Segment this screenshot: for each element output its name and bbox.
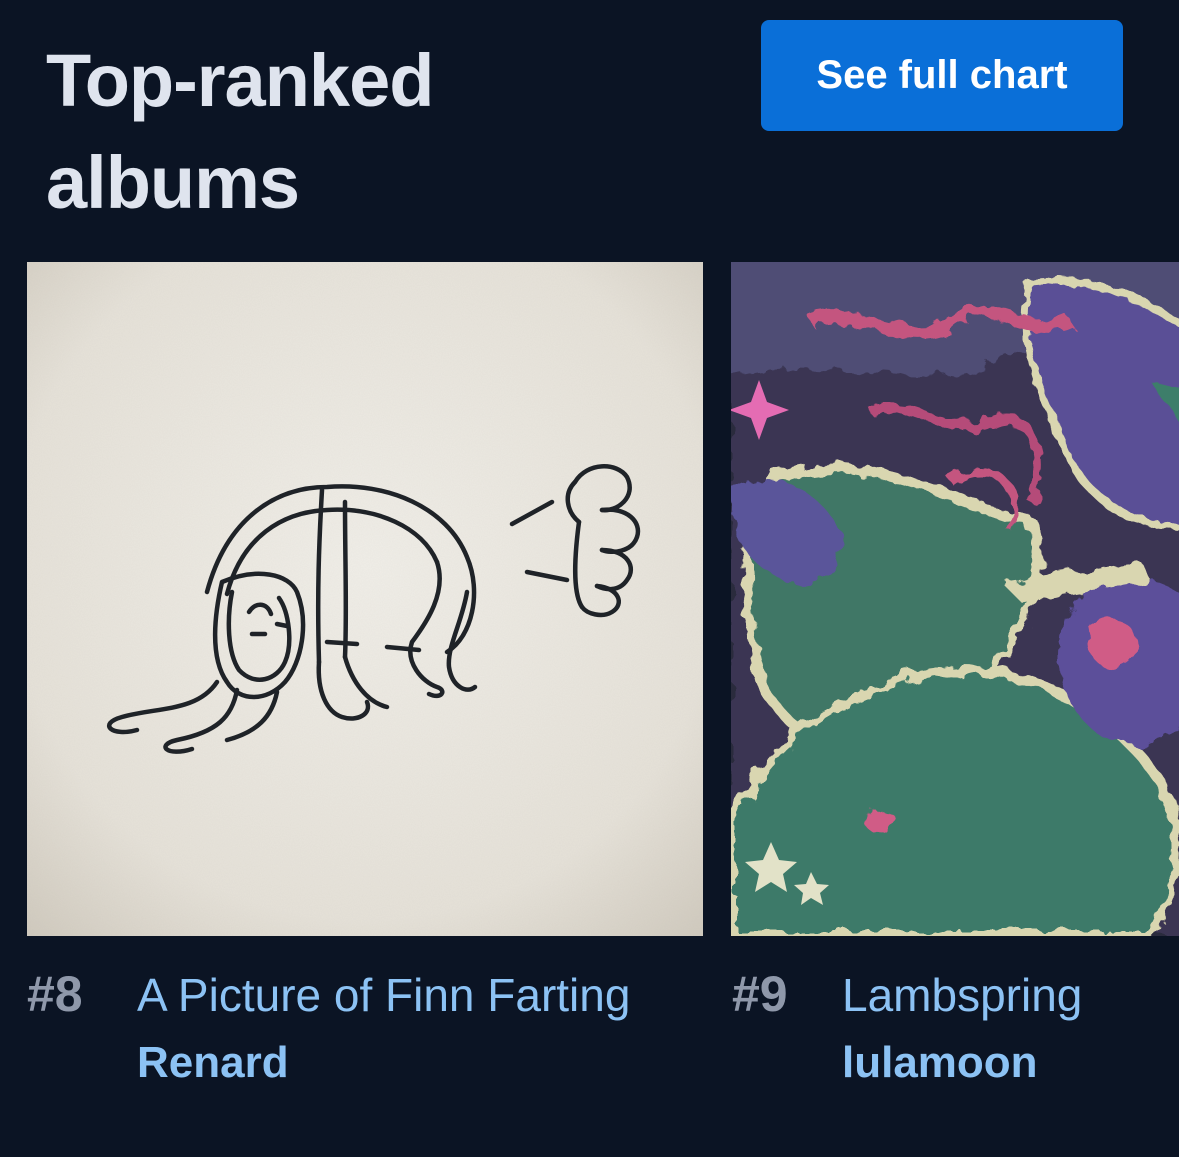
top-ranked-albums-page: Top-ranked albums See full chart #8 A Pi…	[0, 0, 1179, 1157]
see-full-chart-button[interactable]: See full chart	[761, 20, 1123, 131]
artist-name-link[interactable]: Renard	[137, 1034, 289, 1092]
album-cover-image[interactable]	[27, 262, 703, 936]
album-card[interactable]: #9 Lambspring lulamoon	[731, 262, 1179, 1157]
album-cover-image[interactable]	[731, 262, 1179, 936]
album-title-link[interactable]: A Picture of Finn Farting	[137, 966, 630, 1024]
section-title: Top-ranked albums	[46, 39, 434, 224]
album-card[interactable]: #8 A Picture of Finn Farting Renard	[27, 262, 703, 1157]
album-cover-clip	[731, 262, 1179, 936]
rank-number: #8	[27, 966, 83, 1022]
album-meta: #9 Lambspring lulamoon	[731, 964, 1179, 1157]
album-title-link[interactable]: Lambspring	[842, 966, 1082, 1024]
album-meta: #8 A Picture of Finn Farting Renard	[27, 964, 703, 1157]
artist-name-link[interactable]: lulamoon	[842, 1034, 1038, 1092]
rank-number: #9	[732, 966, 788, 1022]
